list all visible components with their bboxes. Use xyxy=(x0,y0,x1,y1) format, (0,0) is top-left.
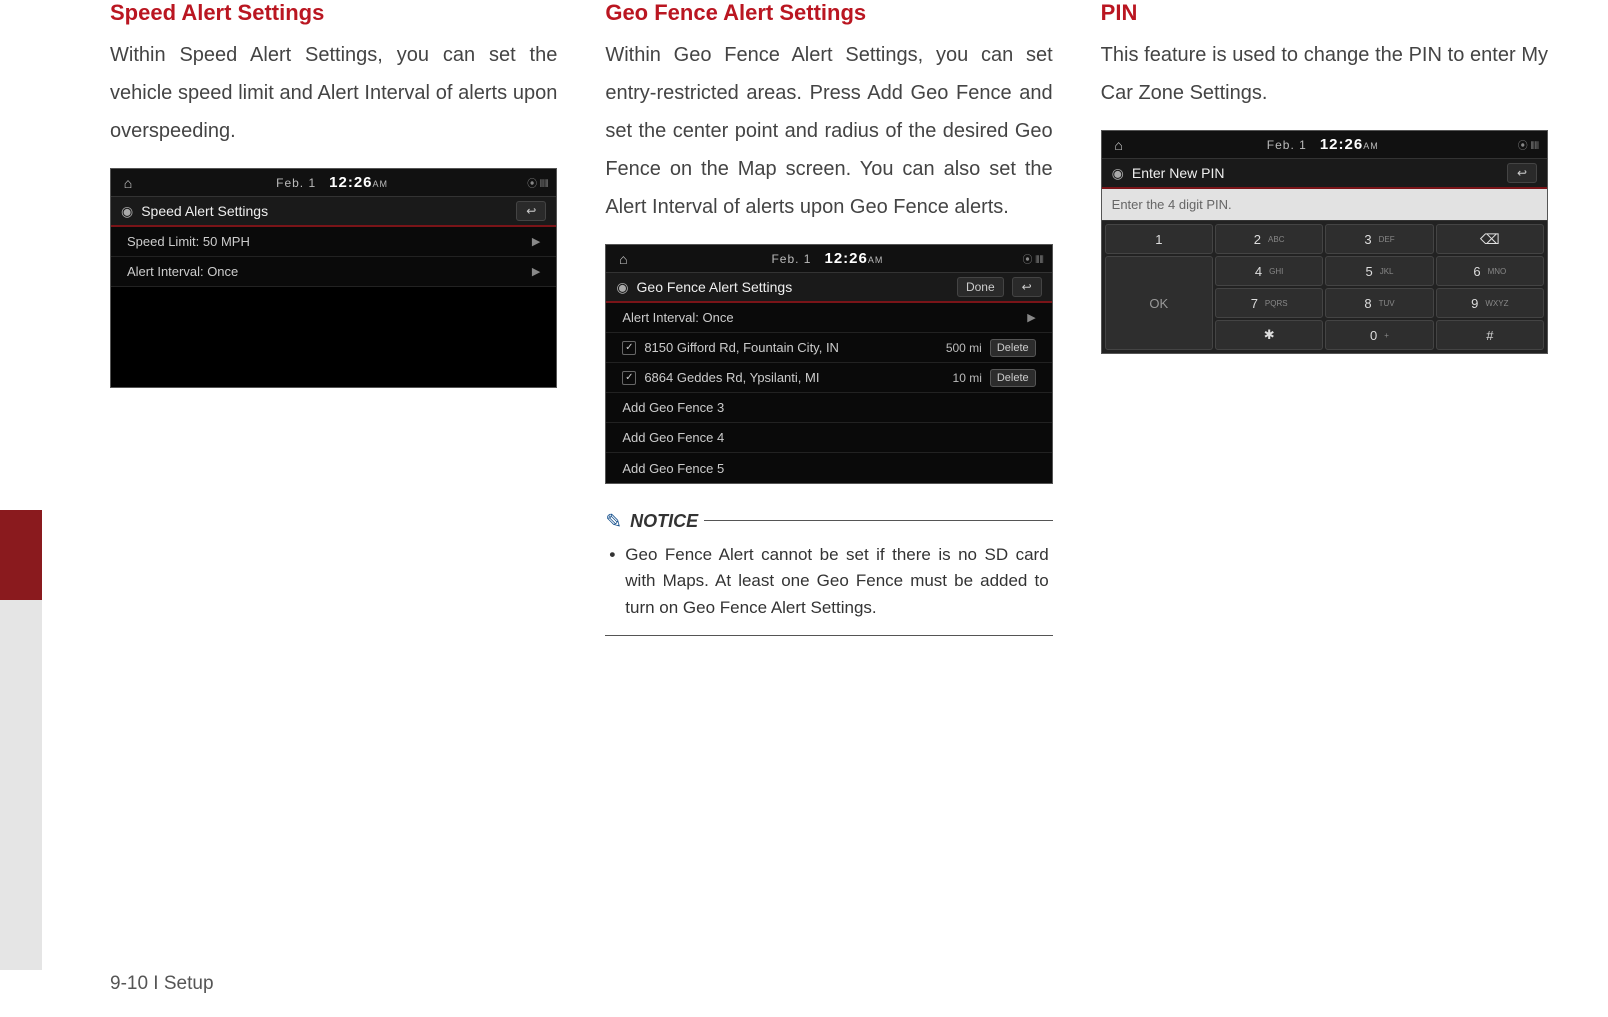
ss-title-bar: ◉ Enter New PIN ↩ xyxy=(1102,159,1547,189)
notice-title: NOTICE xyxy=(630,511,698,532)
home-icon[interactable]: ⌂ xyxy=(614,250,632,268)
ampm-label: AM xyxy=(868,255,884,265)
row-label: Speed Limit: 50 MPH xyxy=(127,234,524,249)
notice-text: Geo Fence Alert cannot be set if there i… xyxy=(625,542,1048,621)
row-add-geo-fence-3[interactable]: Add Geo Fence 3 xyxy=(606,393,1051,423)
date-label: Feb. 1 xyxy=(1267,138,1307,152)
body-speed-alert: Within Speed Alert Settings, you can set… xyxy=(110,36,557,150)
key-3[interactable]: 3DEF xyxy=(1325,224,1433,254)
key-star[interactable]: ✱ xyxy=(1215,320,1323,350)
ampm-label: AM xyxy=(1363,141,1379,151)
ss-status-bar: ⌂ Feb. 1 12:26AM ⦿ ⫴⫴ xyxy=(606,245,1051,273)
date-label: Feb. 1 xyxy=(276,176,316,190)
screenshot-speed-alert: ⌂ Feb. 1 12:26AM ⦿ ⫴⫴ ◉ Speed Alert Sett… xyxy=(110,168,557,388)
row-add-geo-fence-4[interactable]: Add Geo Fence 4 xyxy=(606,423,1051,453)
row-label: Add Geo Fence 3 xyxy=(622,400,1035,415)
row-label: Alert Interval: Once xyxy=(127,264,524,279)
empty-area xyxy=(111,287,556,387)
key-2[interactable]: 2ABC xyxy=(1215,224,1323,254)
key-0[interactable]: 0+ xyxy=(1325,320,1433,350)
key-9[interactable]: 9WXYZ xyxy=(1436,288,1544,318)
time-label: 12:26 xyxy=(824,250,867,267)
pin-placeholder: Enter the 4 digit PIN. xyxy=(1112,197,1232,212)
row-geo-fence-2[interactable]: ✓ 6864 Geddes Rd, Ypsilanti, MI 10 mi De… xyxy=(606,363,1051,393)
key-ok[interactable]: OK xyxy=(1105,256,1213,350)
row-speed-limit[interactable]: Speed Limit: 50 MPH ▶ xyxy=(111,227,556,257)
clock-area: Feb. 1 12:26AM xyxy=(638,250,1016,267)
clock-area: Feb. 1 12:26AM xyxy=(1134,136,1512,153)
notice-body: • Geo Fence Alert cannot be set if there… xyxy=(605,542,1052,621)
row-add-geo-fence-5[interactable]: Add Geo Fence 5 xyxy=(606,453,1051,483)
back-button[interactable]: ↩ xyxy=(1012,277,1042,297)
keypad: 1 2ABC 3DEF ⌫ 4GHI 5JKL 6MNO OK 7PQRS 8T… xyxy=(1102,221,1547,353)
distance-label: 10 mi xyxy=(932,371,982,385)
row-label: Add Geo Fence 4 xyxy=(622,430,1035,445)
row-geo-fence-1[interactable]: ✓ 8150 Gifford Rd, Fountain City, IN 500… xyxy=(606,333,1051,363)
heading-pin: PIN xyxy=(1101,0,1548,26)
bullet-icon: • xyxy=(609,542,615,621)
notice-box: ✎ NOTICE • Geo Fence Alert cannot be set… xyxy=(605,520,1052,636)
chevron-right-icon: ▶ xyxy=(1027,311,1035,324)
date-label: Feb. 1 xyxy=(771,252,811,266)
key-4[interactable]: 4GHI xyxy=(1215,256,1323,286)
radio-icon: ◉ xyxy=(121,203,133,220)
screen-title: Geo Fence Alert Settings xyxy=(637,279,949,295)
notice-icon: ✎ xyxy=(605,509,622,534)
column-speed-alert: Speed Alert Settings Within Speed Alert … xyxy=(110,0,557,997)
signal-icon: ⦿ ⫴⫴ xyxy=(1022,251,1043,266)
row-label: Add Geo Fence 5 xyxy=(622,461,1035,476)
body-geo-fence: Within Geo Fence Alert Settings, you can… xyxy=(605,36,1052,226)
radio-icon: ◉ xyxy=(616,279,628,296)
heading-speed-alert: Speed Alert Settings xyxy=(110,0,557,26)
section-tab-red xyxy=(0,510,42,600)
signal-icon: ⦿ ⫴⫴ xyxy=(1518,137,1539,152)
key-1[interactable]: 1 xyxy=(1105,224,1213,254)
key-5[interactable]: 5JKL xyxy=(1325,256,1433,286)
row-label: Alert Interval: Once xyxy=(622,310,1019,325)
ss-title-bar: ◉ Geo Fence Alert Settings Done ↩ xyxy=(606,273,1051,303)
screenshot-geo-fence: ⌂ Feb. 1 12:26AM ⦿ ⫴⫴ ◉ Geo Fence Alert … xyxy=(605,244,1052,484)
checkbox-icon[interactable]: ✓ xyxy=(622,341,636,355)
delete-button[interactable]: Delete xyxy=(990,339,1036,357)
key-6[interactable]: 6MNO xyxy=(1436,256,1544,286)
ss-status-bar: ⌂ Feb. 1 12:26AM ⦿ ⫴⫴ xyxy=(111,169,556,197)
column-geo-fence: Geo Fence Alert Settings Within Geo Fenc… xyxy=(605,0,1052,997)
key-7[interactable]: 7PQRS xyxy=(1215,288,1323,318)
key-8[interactable]: 8TUV xyxy=(1325,288,1433,318)
checkbox-icon[interactable]: ✓ xyxy=(622,371,636,385)
delete-button[interactable]: Delete xyxy=(990,369,1036,387)
notice-header: ✎ NOTICE xyxy=(605,509,704,534)
address-label: 8150 Gifford Rd, Fountain City, IN xyxy=(644,340,924,355)
clock-area: Feb. 1 12:26AM xyxy=(143,174,521,191)
key-hash[interactable]: # xyxy=(1436,320,1544,350)
chevron-right-icon: ▶ xyxy=(532,265,540,278)
ss-title-bar: ◉ Speed Alert Settings ↩ xyxy=(111,197,556,227)
radio-icon: ◉ xyxy=(1112,165,1124,182)
column-pin: PIN This feature is used to change the P… xyxy=(1101,0,1548,997)
back-button[interactable]: ↩ xyxy=(516,201,546,221)
distance-label: 500 mi xyxy=(932,341,982,355)
back-button[interactable]: ↩ xyxy=(1507,163,1537,183)
row-alert-interval[interactable]: Alert Interval: Once ▶ xyxy=(111,257,556,287)
key-backspace[interactable]: ⌫ xyxy=(1436,224,1544,254)
time-label: 12:26 xyxy=(329,174,372,191)
page-footer: 9-10 I Setup xyxy=(110,973,214,995)
ss-status-bar: ⌂ Feb. 1 12:26AM ⦿ ⫴⫴ xyxy=(1102,131,1547,159)
screen-title: Speed Alert Settings xyxy=(141,203,508,219)
section-tab-grey xyxy=(0,600,42,970)
row-alert-interval[interactable]: Alert Interval: Once ▶ xyxy=(606,303,1051,333)
pin-input[interactable]: Enter the 4 digit PIN. xyxy=(1102,189,1547,221)
chevron-right-icon: ▶ xyxy=(532,235,540,248)
screen-title: Enter New PIN xyxy=(1132,165,1499,181)
signal-icon: ⦿ ⫴⫴ xyxy=(527,175,548,190)
ampm-label: AM xyxy=(373,179,389,189)
done-button[interactable]: Done xyxy=(957,277,1004,297)
home-icon[interactable]: ⌂ xyxy=(1110,136,1128,154)
home-icon[interactable]: ⌂ xyxy=(119,174,137,192)
time-label: 12:26 xyxy=(1320,136,1363,153)
body-pin: This feature is used to change the PIN t… xyxy=(1101,36,1548,112)
screenshot-pin: ⌂ Feb. 1 12:26AM ⦿ ⫴⫴ ◉ Enter New PIN ↩ … xyxy=(1101,130,1548,354)
address-label: 6864 Geddes Rd, Ypsilanti, MI xyxy=(644,370,924,385)
heading-geo-fence: Geo Fence Alert Settings xyxy=(605,0,1052,26)
